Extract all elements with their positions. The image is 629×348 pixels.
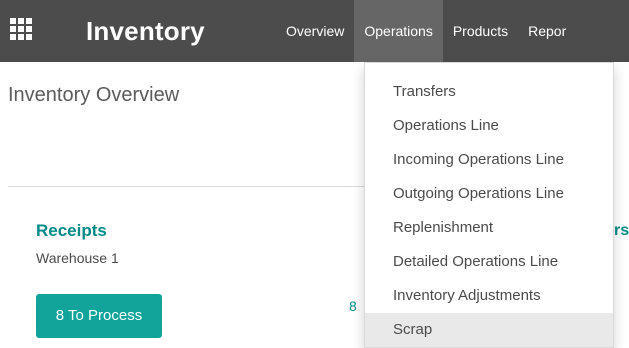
card-title[interactable]: Receipts <box>36 220 107 242</box>
card-subtitle: Warehouse 1 <box>36 250 119 266</box>
menu-products[interactable]: Products <box>443 0 518 62</box>
menu-operations[interactable]: Operations <box>354 0 443 62</box>
menu-overview[interactable]: Overview <box>276 0 354 62</box>
dropdown-item-transfers[interactable]: Transfers <box>365 75 613 109</box>
apps-grid-dot <box>26 34 32 40</box>
dropdown-item-detailed-operations-line[interactable]: Detailed Operations Line <box>365 245 613 279</box>
app-title: Inventory <box>86 16 205 46</box>
main-menu: Overview Operations Products Repor <box>276 0 576 62</box>
partial-card-title[interactable]: rs <box>614 220 629 242</box>
to-process-button[interactable]: 8 To Process <box>36 294 162 338</box>
apps-grid-dot <box>26 18 32 24</box>
operations-dropdown: Transfers Operations Line Incoming Opera… <box>364 62 614 348</box>
divider <box>8 186 364 187</box>
dropdown-item-incoming-operations-line[interactable]: Incoming Operations Line <box>365 143 613 177</box>
dropdown-item-inventory-adjustments[interactable]: Inventory Adjustments <box>365 279 613 313</box>
apps-grid-dot <box>18 34 24 40</box>
breadcrumb: Inventory Overview <box>8 84 180 106</box>
late-count[interactable]: 8 <box>349 297 357 315</box>
apps-grid-dot <box>10 34 16 40</box>
apps-grid-dot <box>18 18 24 24</box>
apps-grid-dot <box>26 26 32 32</box>
dropdown-item-replenishment[interactable]: Replenishment <box>365 211 613 245</box>
dropdown-item-operations-line[interactable]: Operations Line <box>365 109 613 143</box>
dropdown-item-outgoing-operations-line[interactable]: Outgoing Operations Line <box>365 177 613 211</box>
apps-grid-dot <box>10 26 16 32</box>
apps-grid-dot <box>10 18 16 24</box>
menu-reporting[interactable]: Repor <box>518 0 576 62</box>
apps-grid-dot <box>18 26 24 32</box>
apps-grid-icon[interactable] <box>10 18 32 40</box>
dropdown-item-scrap[interactable]: Scrap <box>365 313 613 347</box>
